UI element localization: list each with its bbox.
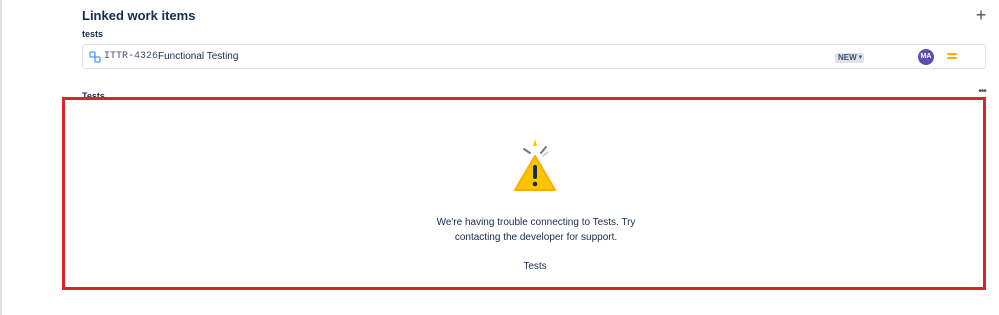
link-relation-label: tests — [82, 29, 104, 39]
item-key-link[interactable]: ITTR-4326 — [104, 51, 158, 62]
status-label: NEW — [838, 53, 857, 62]
panel-left-border — [0, 0, 2, 315]
plus-icon: + — [975, 5, 987, 25]
more-icon: ••• — [978, 86, 986, 97]
subtask-icon — [89, 51, 101, 63]
chevron-down-icon: ▾ — [858, 54, 863, 61]
linked-item-row[interactable]: ITTR-4326 Functional Testing NEW ▾ MA — [82, 44, 986, 69]
add-linked-item-button[interactable]: + — [972, 4, 990, 26]
linked-work-items-title: Linked work items — [82, 8, 196, 23]
item-summary-link[interactable]: Functional Testing — [158, 51, 238, 62]
assignee-avatar[interactable]: MA — [918, 49, 934, 65]
app-name-label: Tests — [523, 261, 547, 272]
error-message: We're having trouble connecting to Tests… — [436, 217, 636, 243]
status-dropdown[interactable]: NEW ▾ — [835, 53, 865, 63]
warning-icon — [514, 139, 556, 191]
priority-medium-icon — [947, 53, 957, 61]
